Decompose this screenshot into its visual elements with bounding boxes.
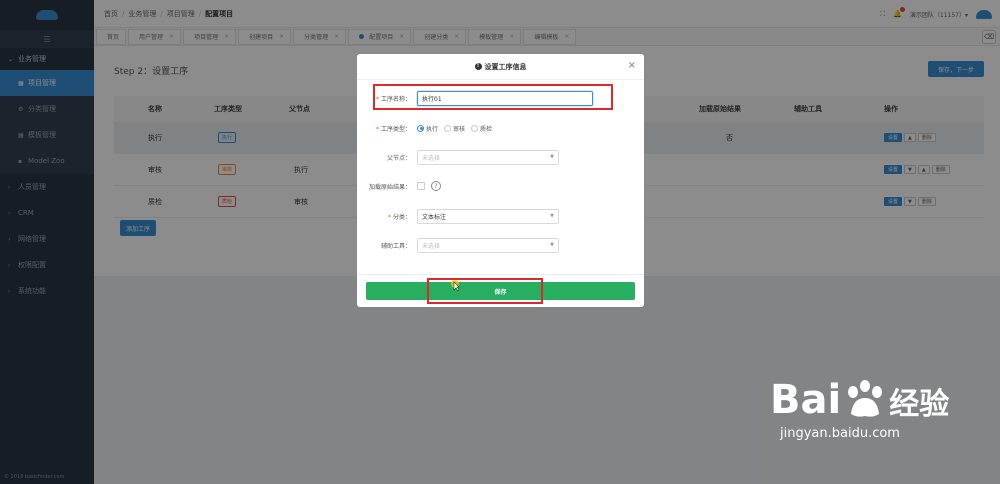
baidu-watermark: Bai 经验 jingyan.baidu.com [770,380,949,441]
required-mark: * [375,125,379,133]
form-row-category: * 分类： 文本标注 ▼ [357,206,644,226]
aux-label: 辅助工具： [380,242,411,250]
form-row-parent: 父节点： 未选择 ▼ [357,147,644,167]
aux-select-value: 未选择 [422,242,441,250]
category-label: * 分类： [357,212,417,221]
category-label-text: 分类： [392,213,411,221]
radio-qc[interactable]: 质检 [471,124,492,133]
help-icon[interactable]: ? [431,181,441,191]
category-select[interactable]: 文本标注 ▼ [417,208,559,224]
chevron-down-icon: ▼ [550,154,554,160]
watermark-url: jingyan.baidu.com [780,426,900,441]
form-row-aux: 辅助工具： 未选择 ▼ [357,235,644,255]
parent-select[interactable]: 未选择 ▼ [417,149,559,165]
category-select-value: 文本标注 [422,213,447,221]
modal-title: 设置工序信息 [484,62,527,71]
radio-circle [444,124,452,132]
radio-circle [417,124,424,132]
highlight-box-name [373,84,613,110]
pointer-cursor-icon [451,280,460,292]
watermark-brand-right: 经验 [889,387,950,422]
modal-divider [357,274,644,275]
radio-label: 审核 [453,125,466,133]
radio-circle [471,124,479,132]
radio-label: 质检 [480,125,493,133]
paw-icon [848,380,883,417]
watermark-brand-left: Bai [770,377,842,423]
radio-label: 执行 [426,125,439,133]
highlight-box-save [427,278,543,304]
chevron-down-icon: ▼ [550,213,554,219]
info-icon: ! [474,63,482,70]
form-row-load: 加载原始结果： ? [357,176,644,196]
modal-header: ! 设置工序信息 × [357,54,644,80]
type-label: * 工序类型： [357,124,417,133]
watermark-logo: Bai 经验 [770,380,949,420]
form-row-type: * 工序类型： 执行 审核 质检 [357,118,644,138]
load-label: 加载原始结果： [368,183,411,191]
close-icon[interactable]: × [628,60,636,71]
radio-execute[interactable]: 执行 [417,124,438,133]
parent-select-value: 未选择 [422,154,441,162]
type-label-text: 工序类型： [380,125,411,133]
radio-review[interactable]: 审核 [444,124,465,133]
load-original-checkbox[interactable] [417,182,425,190]
required-mark: * [387,213,391,221]
aux-tool-select[interactable]: 未选择 ▼ [417,237,559,253]
chevron-down-icon: ▼ [550,242,554,248]
parent-label: 父节点： [386,154,411,162]
